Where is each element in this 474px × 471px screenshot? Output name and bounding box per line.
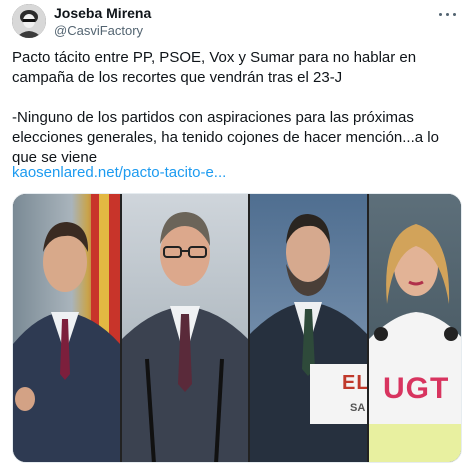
avatar[interactable] <box>12 4 46 38</box>
tweet-media-image[interactable]: ELC SA UGT <box>12 193 462 463</box>
tweet-header: Joseba Mirena @CasviFactory <box>12 4 462 44</box>
photo-panel-2 <box>122 194 248 462</box>
tweet-paragraph-1: Pacto tácito entre PP, PSOE, Vox y Sumar… <box>12 49 417 86</box>
photo-panel-3: ELC SA <box>250 194 367 462</box>
sign-subtext: SA <box>350 402 366 414</box>
tweet-paragraph-2: -Ninguno de los partidos con aspiracione… <box>12 109 439 166</box>
author-handle[interactable]: @CasviFactory <box>54 23 143 38</box>
shirt-logo-text: UGT <box>383 372 450 405</box>
tweet-text: Pacto tácito entre PP, PSOE, Vox y Sumar… <box>12 48 462 168</box>
article-link[interactable]: kaosenlared.net/pacto-tacito-e... <box>12 163 226 183</box>
author-name[interactable]: Joseba Mirena <box>54 5 151 21</box>
more-horizontal-icon[interactable] <box>436 6 458 22</box>
sign-text: ELC <box>342 372 367 394</box>
avatar-image <box>12 4 46 38</box>
photo-panel-4: UGT <box>369 194 461 462</box>
photo-panel-1 <box>13 194 120 462</box>
